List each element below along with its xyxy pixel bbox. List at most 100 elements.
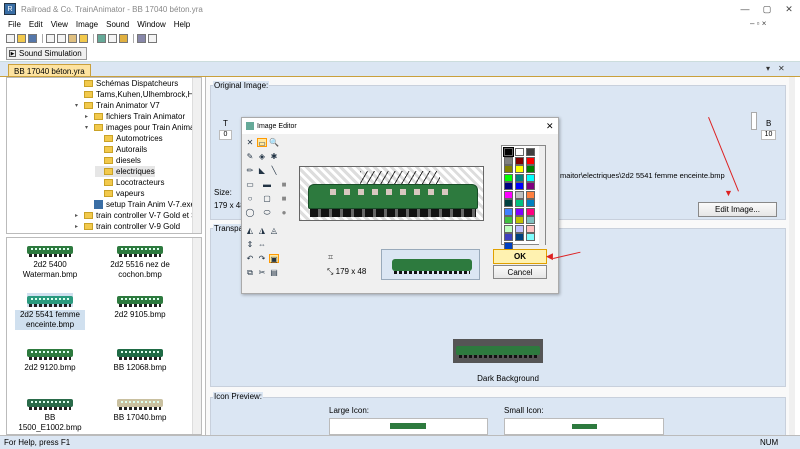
thumbnail-item[interactable]: 2d2 5400 Waterman.bmp xyxy=(15,243,85,280)
t-value-field[interactable]: 0 xyxy=(219,130,232,140)
menu-window[interactable]: Window xyxy=(137,20,165,29)
speaker-icon[interactable] xyxy=(119,33,128,43)
palette-swatch[interactable] xyxy=(504,190,513,199)
pencil-icon[interactable]: ✏ xyxy=(245,166,255,175)
palette-swatch[interactable] xyxy=(504,173,513,182)
palette-swatch[interactable] xyxy=(526,224,535,233)
dialog-close-icon[interactable]: ✕ xyxy=(546,121,554,132)
menu-image[interactable]: Image xyxy=(76,20,98,29)
filled-rectangle-icon[interactable]: ▬ xyxy=(262,180,272,189)
tree-item[interactable]: Locotracteurs xyxy=(95,177,164,188)
tree-item[interactable]: ▸ fichiers Train Animator xyxy=(85,111,185,122)
airbrush-icon[interactable]: ✱ xyxy=(269,152,279,161)
cut-icon[interactable] xyxy=(46,33,55,43)
sound-icon[interactable] xyxy=(79,33,88,43)
cancel-button[interactable]: Cancel xyxy=(493,265,547,279)
palette-swatch[interactable] xyxy=(504,182,513,190)
palette-swatch[interactable] xyxy=(526,182,535,190)
thumbnail-item[interactable]: 2d2 5516 nez de cochon.bmp xyxy=(105,243,175,280)
menu-help[interactable]: Help xyxy=(174,20,190,29)
palette-swatch[interactable] xyxy=(515,148,524,156)
b-value-field[interactable]: 10 xyxy=(761,130,776,140)
fill-ellipse-style-icon[interactable]: ● xyxy=(279,208,289,217)
palette-swatch[interactable] xyxy=(526,207,535,216)
menu-view[interactable]: View xyxy=(51,20,68,29)
paste-icon[interactable] xyxy=(68,33,77,43)
palette-swatch[interactable] xyxy=(515,173,524,182)
palette-swatch[interactable] xyxy=(515,233,524,241)
tab-close-icon[interactable]: ✕ xyxy=(778,64,785,73)
fill-round-style-icon[interactable]: ■ xyxy=(279,194,289,203)
palette-swatch[interactable] xyxy=(504,216,513,224)
expander-icon[interactable]: ▸ xyxy=(75,212,82,219)
cut-image-icon[interactable]: ✂ xyxy=(257,268,267,277)
export-icon[interactable] xyxy=(108,33,117,43)
fill-rect-style-icon[interactable]: ■ xyxy=(279,180,289,189)
fill-icon[interactable]: ◈ xyxy=(257,152,267,161)
tree-item[interactable]: ▾ Train Animator V7 xyxy=(75,100,160,111)
palette-swatch[interactable] xyxy=(526,199,535,207)
brush-icon[interactable]: ◣ xyxy=(257,166,267,175)
palette-swatch[interactable] xyxy=(526,173,535,182)
clear-icon[interactable]: ✕ xyxy=(245,138,255,147)
rectangle-icon[interactable]: ▭ xyxy=(245,180,255,189)
palette-swatch[interactable] xyxy=(504,165,513,173)
save-icon[interactable] xyxy=(28,33,37,43)
tree-scrollbar[interactable] xyxy=(192,78,201,233)
panel-scrollbar[interactable] xyxy=(789,77,795,435)
thumbnail-item[interactable]: BB 12068.bmp xyxy=(105,346,175,373)
editor-canvas[interactable] xyxy=(299,166,484,221)
palette-swatch[interactable] xyxy=(504,233,513,241)
palette-swatch[interactable] xyxy=(515,182,524,190)
tree-item[interactable]: Automotrices xyxy=(95,133,163,144)
copy-image-icon[interactable]: ⧉ xyxy=(245,268,255,277)
transparent-mode-icon[interactable]: ▣ xyxy=(269,254,279,264)
palette-swatch[interactable] xyxy=(515,165,524,173)
expander-icon[interactable]: ▾ xyxy=(75,102,82,109)
rounded-rect-icon[interactable]: ▢ xyxy=(262,194,272,203)
resize-horizontal-icon[interactable]: ⇔ xyxy=(257,240,267,249)
thumbnail-item[interactable]: BB 1500_E1002.bmp xyxy=(15,396,85,433)
palette-swatch[interactable] xyxy=(526,148,535,156)
circle-icon[interactable]: ◯ xyxy=(245,208,255,217)
palette-swatch[interactable] xyxy=(526,165,535,173)
palette-swatch[interactable] xyxy=(515,207,524,216)
tree-item[interactable]: diesels xyxy=(95,155,141,166)
palette-swatch[interactable] xyxy=(515,216,524,224)
tree-item[interactable]: setup Train Anim V-7.exe xyxy=(85,199,195,210)
ok-button[interactable]: OK xyxy=(493,249,547,264)
tree-item[interactable]: ▸ train controller V-7 Gold et Sy xyxy=(75,210,201,221)
thumbnail-item[interactable]: BB 17040.bmp xyxy=(105,396,175,423)
tree-item[interactable]: ▸ train controller V-9 Gold xyxy=(75,221,180,232)
palette-swatch[interactable] xyxy=(504,199,513,207)
close-icon[interactable]: ✕ xyxy=(778,0,800,18)
edit-image-button[interactable]: Edit Image... xyxy=(698,202,777,217)
tree-item[interactable]: Autorails xyxy=(95,144,147,155)
palette-swatch[interactable] xyxy=(515,224,524,233)
expander-icon[interactable]: ▸ xyxy=(85,113,92,120)
minimize-icon[interactable]: — xyxy=(734,0,756,18)
maximize-icon[interactable]: ▢ xyxy=(756,0,778,18)
expander-icon[interactable]: ▸ xyxy=(75,223,82,230)
palette-swatch[interactable] xyxy=(503,147,514,157)
select-rect-icon[interactable]: ▭ xyxy=(257,138,267,148)
mdi-controls[interactable]: – ▫ × xyxy=(750,19,766,28)
ellipse-icon[interactable]: ○ xyxy=(245,194,255,203)
resize-vertical-icon[interactable]: ⇕ xyxy=(245,240,255,249)
palette-swatch[interactable] xyxy=(504,207,513,216)
thumbnail-item[interactable]: 2d2 5541 femme enceinte.bmp xyxy=(15,293,85,330)
rotate-icon[interactable]: ◬ xyxy=(269,226,279,235)
zoom-icon[interactable]: 🔍 xyxy=(269,138,279,147)
open-icon[interactable] xyxy=(17,33,26,43)
filled-ellipse-icon[interactable]: ⬭ xyxy=(262,208,272,217)
palette-swatch[interactable] xyxy=(515,190,524,199)
thumbnail-item[interactable]: 2d2 9105.bmp xyxy=(105,293,175,320)
menu-edit[interactable]: Edit xyxy=(29,20,43,29)
help-icon[interactable] xyxy=(148,33,157,43)
thumbnail-scrollbar[interactable] xyxy=(192,238,201,434)
flip-horizontal-icon[interactable]: ◭ xyxy=(245,226,255,235)
image-icon[interactable] xyxy=(97,33,106,43)
redo-icon[interactable]: ↷ xyxy=(257,254,267,263)
menu-file[interactable]: File xyxy=(8,20,21,29)
b-slider[interactable] xyxy=(751,112,757,130)
